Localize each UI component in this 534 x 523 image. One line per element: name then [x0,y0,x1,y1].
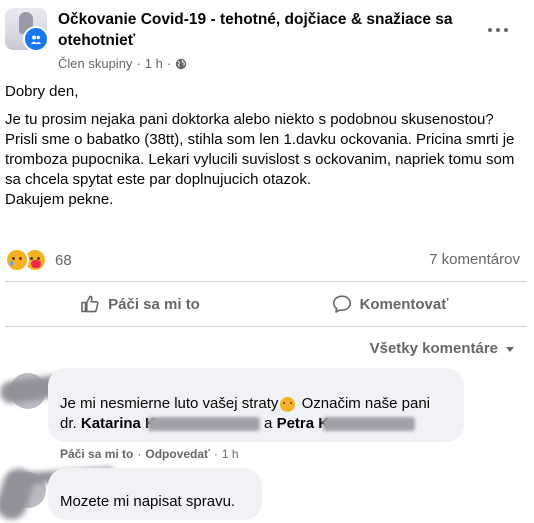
comment-icon [332,295,351,313]
caret-down-icon [506,346,514,352]
comment-like-link[interactable]: Páči sa mi to [60,447,133,461]
globe-icon [176,58,187,69]
comment-sort-dropdown[interactable]: Všetky komentáre [370,340,516,357]
post-greeting: Dobry den, [5,83,79,100]
group-avatar[interactable] [5,8,47,50]
comment-bubble: Je mi nesmierne luto vašej straty Označi… [48,368,464,442]
comment-text: Mozete mi napisat spravu. [60,493,236,510]
redacted-name [147,417,260,432]
mention-link[interactable]: Katarina K [81,415,156,432]
post-paragraph: Je tu prosim nejaka pani doktorka alebo … [5,111,515,188]
divider [5,326,527,327]
post-body: Dobry den, Je tu prosim nejaka pani dokt… [5,82,525,210]
group-name[interactable]: Očkovanie Covid-19 - tehotné, dojčiace &… [58,9,478,51]
post-time[interactable]: 1 h [145,56,163,71]
more-options-icon[interactable] [488,22,512,38]
post-meta: Člen skupiny · 1 h · [58,56,187,71]
comment-actions: Páči sa mi to · Odpovedať · 1 h [60,447,239,461]
mention-link[interactable]: Petra K [277,415,330,432]
reaction-summary[interactable]: 68 [5,248,72,272]
comment-reply-link[interactable]: Odpovedať [145,447,209,461]
sad-reaction-icon [5,248,29,272]
reaction-count: 68 [55,251,72,269]
comment-button[interactable]: Komentovať [290,286,490,322]
comment-time[interactable]: 1 h [222,447,239,461]
author-role[interactable]: Člen skupiny [58,56,132,71]
like-label: Páči sa mi to [108,295,200,313]
sad-emoji-icon [280,396,296,412]
like-button[interactable]: Páči sa mi to [40,286,240,322]
comment-count-link[interactable]: 7 komentárov [429,251,520,268]
comment-text: Je mi nesmierne luto vašej straty Označi… [60,395,430,432]
comment-label: Komentovať [359,295,449,313]
comment-bubble: Mozete mi napisat spravu. [48,468,262,520]
divider [5,281,527,282]
group-badge-icon [23,26,47,50]
thumbs-up-icon [81,295,99,313]
redacted-name [323,417,416,432]
sort-label: Všetky komentáre [369,340,498,357]
post-closing: Dakujem pekne. [5,191,114,208]
